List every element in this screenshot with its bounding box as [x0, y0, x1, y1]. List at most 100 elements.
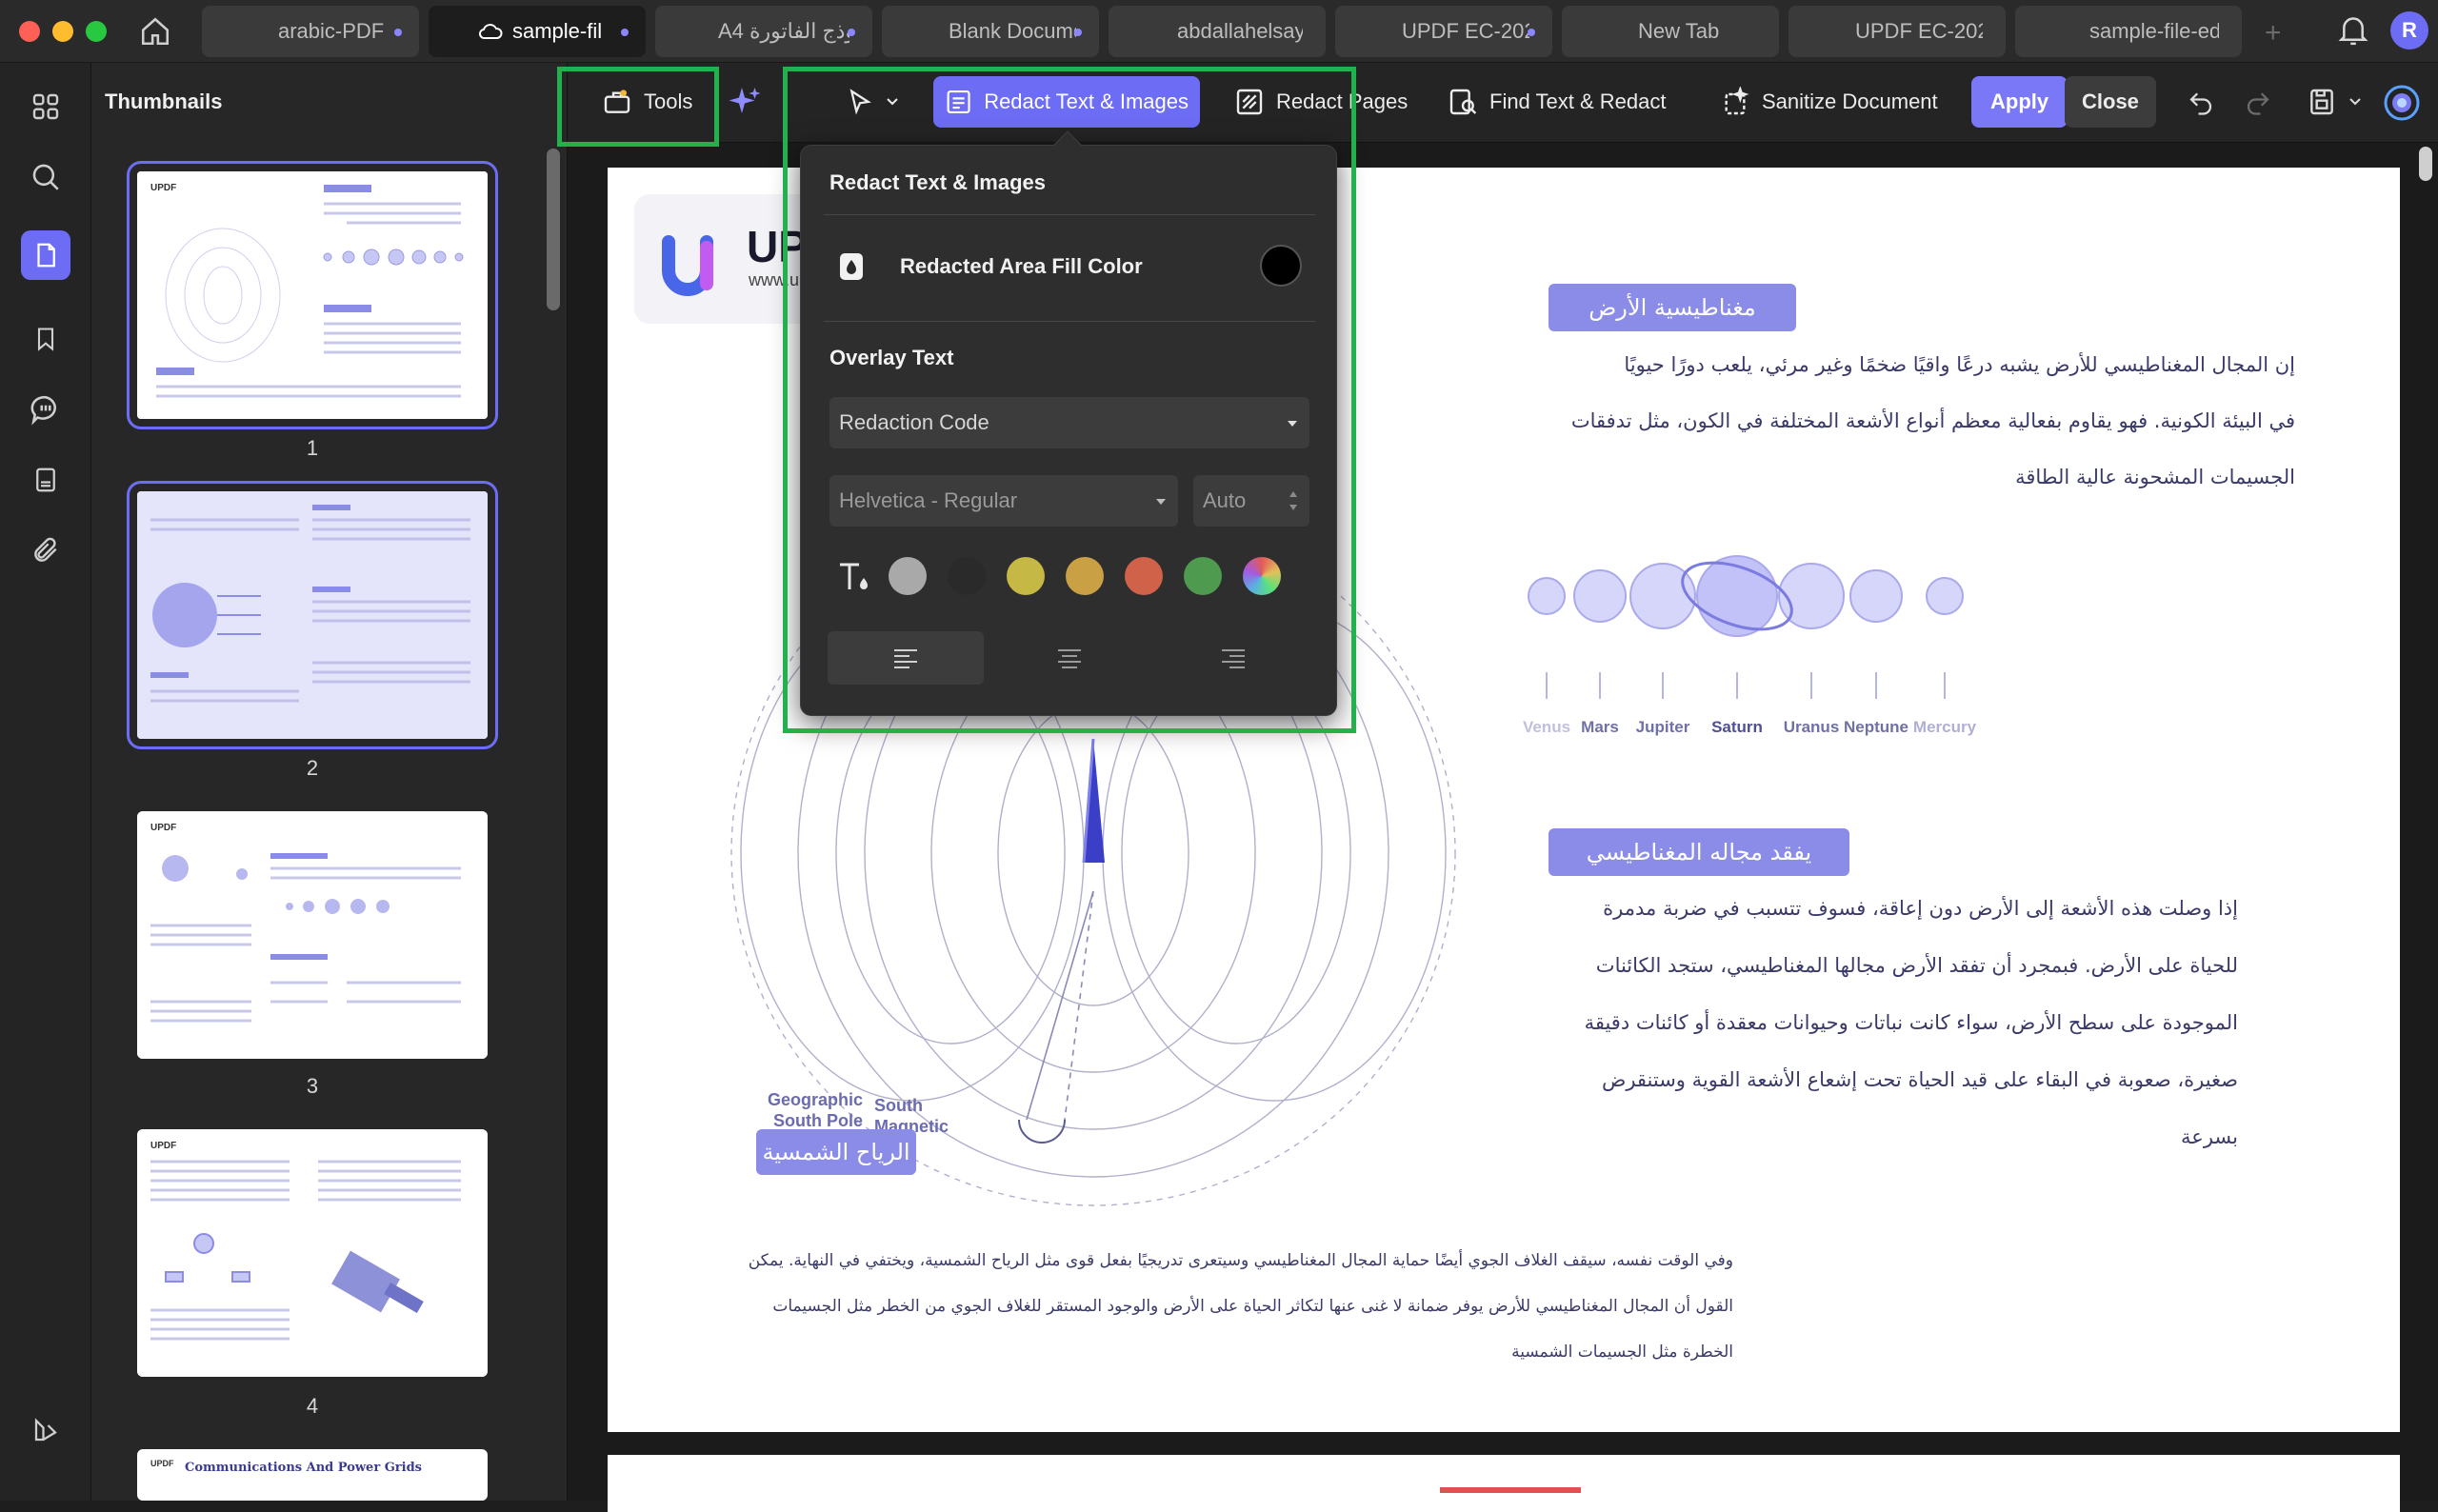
bell-icon[interactable] — [2337, 13, 2369, 48]
rail-attachment-button[interactable] — [21, 526, 70, 575]
tab-sample-file-ed[interactable]: sample-file-ed — [2015, 6, 2242, 57]
highlight-box-redact — [783, 67, 1356, 733]
highlight-box-tools — [557, 67, 719, 147]
ai-sparkle-button[interactable] — [720, 76, 769, 128]
thumbnail-page-4[interactable]: UPDF — [137, 1129, 488, 1377]
paperclip-icon — [34, 537, 57, 562]
find-text-redact-label: Find Text & Redact — [1489, 90, 1667, 113]
unsaved-dot — [1528, 29, 1535, 36]
paragraph-2: إذا وصلت هذه الأشعة إلى الأرض دون إعاقة،… — [1446, 880, 2238, 1165]
tab-updf-ec-1[interactable]: UPDF EC-2026 — [1335, 6, 1552, 57]
tab-new-tab[interactable]: New Tab — [1562, 6, 1779, 57]
tab-label: sample-fil — [512, 19, 603, 43]
add-tab-icon[interactable]: + — [2265, 17, 2282, 50]
thumbnail-page-3[interactable]: UPDF — [137, 811, 488, 1059]
save-menu-chevron-icon[interactable] — [2348, 97, 2362, 107]
tab-updf-ec-2[interactable]: UPDF EC-2026 — [1789, 6, 2006, 57]
rail-form-button[interactable] — [21, 455, 70, 505]
svg-text:UPDF: UPDF — [150, 823, 176, 833]
sanitize-document-label: Sanitize Document — [1762, 90, 1938, 113]
grid-icon — [32, 93, 59, 120]
comment-icon — [30, 395, 56, 426]
sanitize-document-button[interactable]: Sanitize Document — [1709, 76, 1949, 128]
close-button[interactable]: Close — [2065, 76, 2156, 128]
svg-text:UPDF: UPDF — [150, 1141, 176, 1151]
close-window-button[interactable] — [19, 21, 40, 42]
section-heading: الرياح الشمسية — [756, 1129, 916, 1175]
left-rail — [0, 63, 91, 1501]
document-icon — [36, 468, 55, 492]
rail-grid-button[interactable] — [21, 82, 70, 131]
paragraph-line: القول أن المجال المغناطيسي للأرض يوفر ضم… — [772, 1297, 1733, 1316]
home-icon[interactable] — [139, 15, 171, 48]
section-heading: يفقد مجاله المغناطيسي — [1549, 828, 1849, 876]
unsaved-dot — [848, 29, 855, 36]
tab-label: abdallahelsaye — [1177, 19, 1303, 43]
paragraph-line: صغيرة، صعوبة في البقاء على قيد الحياة تح… — [1601, 1068, 2238, 1091]
planet-ticks — [1546, 672, 1946, 699]
rail-settings-button[interactable] — [21, 1405, 70, 1455]
find-text-redact-button[interactable]: Find Text & Redact — [1436, 76, 1677, 128]
unsaved-dot — [394, 29, 402, 36]
title-bar: arabic-PDF sample-fil A4 نموذج الفاتورة … — [0, 0, 2438, 63]
save-icon[interactable] — [2307, 86, 2337, 118]
undo-icon[interactable] — [2187, 88, 2215, 116]
find-redact-icon — [1449, 89, 1477, 115]
tab-label: arabic-PDF — [278, 19, 385, 43]
tab-label: New Tab — [1638, 19, 1720, 43]
tab-arabic-pdf[interactable]: arabic-PDF — [202, 6, 419, 57]
thumbnail-page-2[interactable] — [127, 481, 498, 749]
next-page-marker — [1440, 1487, 1581, 1493]
label-geographic-south-pole: Geographic South Pole — [768, 1089, 863, 1131]
label-line: South Pole — [773, 1111, 864, 1130]
cloud-icon — [478, 24, 503, 39]
svg-text:UPDF: UPDF — [150, 183, 176, 193]
label-line: Geographic — [768, 1090, 864, 1109]
rail-comment-button[interactable] — [21, 385, 70, 434]
rail-search-button[interactable] — [21, 152, 70, 202]
pdf-page-next — [608, 1455, 2400, 1512]
paragraph-line: إن المجال المغناطيسي للأرض يشبه درعًا وا… — [1624, 353, 2295, 376]
panel-title: Thumbnails — [105, 90, 223, 113]
updf-logo-icon — [662, 235, 713, 296]
unsaved-dot — [1074, 29, 1082, 36]
rail-thumbnails-button[interactable] — [21, 230, 70, 280]
sparkle-icon — [729, 88, 761, 113]
bookmark-icon — [37, 328, 54, 351]
tab-blank-document[interactable]: Blank Docume — [882, 6, 1099, 57]
tab-invoice[interactable]: A4 نموذج الفاتورة — [655, 6, 872, 57]
thumbnail-page-number: 3 — [306, 1074, 319, 1098]
paragraph-line: إذا وصلت هذه الأشعة إلى الأرض دون إعاقة،… — [1603, 897, 2238, 920]
tab-abdallahelsayed[interactable]: abdallahelsaye — [1109, 6, 1326, 57]
maximize-window-button[interactable] — [86, 21, 107, 42]
ai-assistant-icon[interactable] — [2383, 84, 2421, 122]
search-icon — [32, 164, 59, 190]
thumbnail-page-number: 4 — [306, 1394, 319, 1418]
tab-label: UPDF EC-2026 — [1855, 19, 1983, 43]
thumbnails-scrollbar[interactable] — [547, 149, 560, 310]
paragraph-line: وفي الوقت نفسه، سيقف الغلاف الجوي أيضًا … — [748, 1251, 1733, 1270]
redo-icon[interactable] — [2244, 88, 2272, 116]
page5-header: Communications And Power Grids — [185, 1461, 423, 1475]
label-line: South — [874, 1096, 923, 1115]
minimize-window-button[interactable] — [52, 21, 73, 42]
thumbnail-page-5[interactable]: UPDF Communications And Power Grids — [137, 1449, 488, 1501]
thumbnail-page-1[interactable]: UPDF — [127, 161, 498, 429]
unsaved-dot — [621, 29, 629, 36]
document-scrollbar[interactable] — [2419, 147, 2432, 181]
paragraph-3: وفي الوقت نفسه، سيقف الغلاف الجوي أيضًا … — [741, 1238, 1733, 1375]
paragraph-line: في البيئة الكونية. فهو يقاوم بفعالية معظ… — [1570, 409, 2295, 432]
avatar[interactable]: R — [2390, 11, 2428, 50]
paragraph-line: الموجودة على سطح الأرض، سواء كانت نباتات… — [1584, 1011, 2238, 1034]
tab-sample-file[interactable]: sample-fil — [429, 6, 646, 57]
paragraph-line: للحياة على الأرض. فبمجرد أن تفقد الأرض م… — [1595, 954, 2238, 977]
tab-label: sample-file-ed — [2089, 19, 2219, 43]
rail-bookmark-button[interactable] — [21, 314, 70, 364]
paragraph-1: إن المجال المغناطيسي للأرض يشبه درعًا وا… — [1446, 337, 2295, 506]
tab-label: A4 نموذج الفاتورة — [718, 19, 849, 43]
sanitize-icon — [1725, 87, 1749, 115]
planets-diagram — [1528, 555, 1964, 637]
tab-label: UPDF EC-2026 — [1402, 19, 1529, 43]
apply-button[interactable]: Apply — [1971, 76, 2068, 128]
paragraph-line: بسرعة — [2181, 1125, 2238, 1148]
